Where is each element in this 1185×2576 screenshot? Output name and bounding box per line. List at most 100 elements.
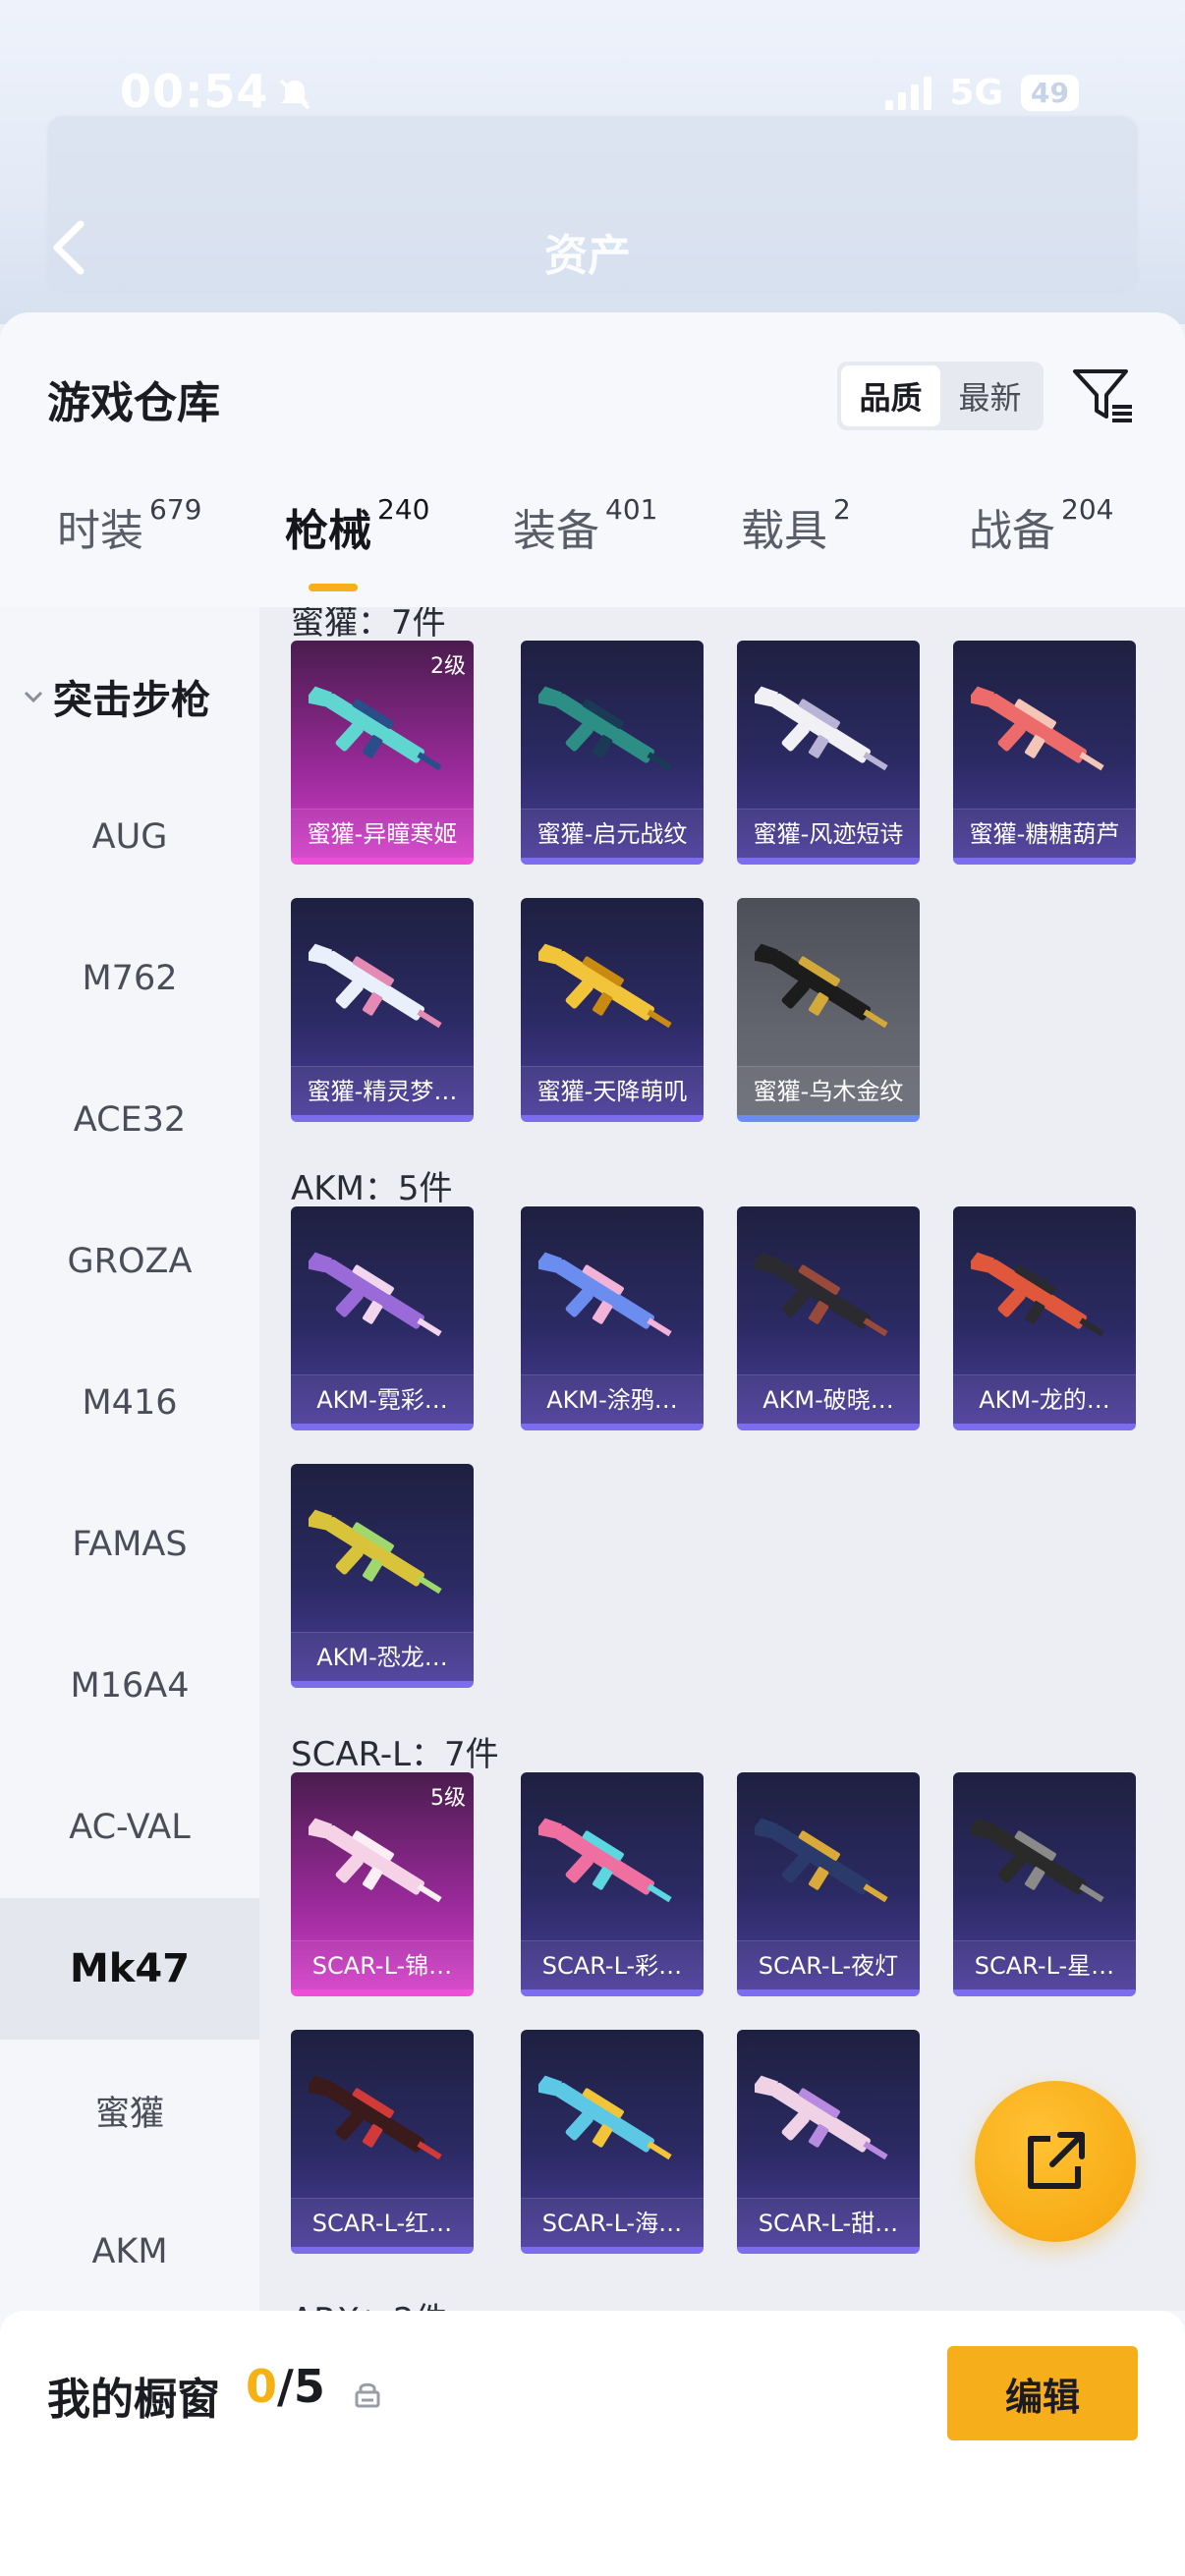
showcase-count: 0/5 — [246, 2360, 325, 2413]
sidebar-item[interactable]: AC-VAL — [0, 1757, 259, 1898]
skin-card[interactable]: 蜜獾-天降萌叽 — [521, 898, 704, 1122]
skin-card[interactable]: 2级蜜獾-异瞳寒姬 — [291, 641, 474, 865]
active-tab-indicator — [309, 584, 358, 591]
skin-card[interactable]: SCAR-L-星… — [953, 1772, 1136, 1996]
skin-name: 蜜獾-糖糖葫芦 — [953, 809, 1136, 858]
showcase-bar: 我的橱窗 0/5 编辑 — [0, 2311, 1185, 2576]
tab-guns[interactable]: 枪械 240 — [285, 493, 430, 558]
skin-card[interactable]: 蜜獾-乌木金纹 — [737, 898, 920, 1122]
skin-card[interactable]: 5级 SCAR-L-锦… — [291, 1772, 474, 1996]
skin-card[interactable]: 蜜獾-精灵梦… — [291, 898, 474, 1122]
mute-bell-icon — [279, 79, 310, 110]
tab-label: 枪械 — [285, 506, 371, 556]
skin-card[interactable]: 蜜獾-风迹短诗 — [737, 641, 920, 865]
skin-card[interactable]: AKM-恐龙… — [291, 1464, 474, 1688]
skin-name: AKM-恐龙… — [291, 1632, 474, 1681]
lock-icon — [355, 2382, 380, 2408]
sidebar-item[interactable]: GROZA — [0, 1191, 259, 1332]
tab-vehicles[interactable]: 载具 2 — [741, 493, 851, 558]
skin-card[interactable]: SCAR-L-甜… — [737, 2030, 920, 2254]
showcase-total: /5 — [277, 2360, 325, 2413]
skin-name: 蜜獾-启元战纹 — [521, 809, 704, 858]
sidebar-item[interactable]: AKM — [0, 2181, 259, 2323]
skin-name: SCAR-L-彩… — [521, 1940, 704, 1989]
rifle-icon — [971, 1818, 1104, 1903]
chevron-down-icon — [24, 691, 43, 703]
level-badge: 5级 — [430, 1786, 466, 1811]
skin-card[interactable]: 蜜獾-启元战纹 — [521, 641, 704, 865]
tab-count: 401 — [605, 493, 658, 526]
skin-name: AKM-涂鸦… — [521, 1374, 704, 1424]
rifle-icon — [309, 943, 442, 1029]
rifle-icon — [971, 686, 1104, 771]
battery-level: 49 — [1021, 75, 1079, 111]
skin-name: 蜜獾-异瞳寒姬 — [291, 809, 474, 858]
sidebar-item[interactable]: ACE32 — [0, 1049, 259, 1191]
tab-count: 2 — [833, 493, 851, 526]
skin-card[interactable]: AKM-龙的… — [953, 1206, 1136, 1430]
rifle-icon — [309, 2075, 442, 2160]
skin-card[interactable]: SCAR-L-海… — [521, 2030, 704, 2254]
share-icon — [1028, 2132, 1085, 2189]
back-arrow-icon[interactable] — [45, 218, 94, 277]
sidebar-item[interactable]: M16A4 — [0, 1615, 259, 1757]
tab-label: 战备 — [969, 506, 1055, 556]
skin-name: 蜜獾-天降萌叽 — [521, 1066, 704, 1115]
sidebar-item[interactable]: M762 — [0, 908, 259, 1049]
page-title: 资产 — [544, 231, 631, 281]
skin-name: 蜜獾-乌木金纹 — [737, 1066, 920, 1115]
skin-name: SCAR-L-海… — [521, 2198, 704, 2247]
sheet-header: 游戏仓库 品质 最新 时装 679 枪械 240 装备 401 载具 2 战备 … — [0, 312, 1185, 607]
sidebar-item[interactable]: 蜜獾 — [0, 2040, 259, 2181]
skin-name: SCAR-L-锦… — [291, 1940, 474, 1989]
showcase-title: 我的橱窗 — [47, 2375, 220, 2425]
sort-quality[interactable]: 品质 — [841, 365, 940, 426]
sidebar-category[interactable]: 突击步枪 — [22, 668, 210, 725]
rifle-icon — [309, 1509, 442, 1595]
group-label: AKM：5件 — [291, 1169, 453, 1208]
sort-latest[interactable]: 最新 — [940, 365, 1040, 426]
sidebar-category-label: 突击步枪 — [53, 678, 210, 723]
rifle-icon — [755, 2075, 888, 2160]
sidebar-item[interactable]: M416 — [0, 1332, 259, 1474]
tab-label: 时装 — [57, 506, 143, 556]
skin-card[interactable]: 蜜獾-糖糖葫芦 — [953, 641, 1136, 865]
sidebar-item[interactable]: Mk47 — [0, 1898, 259, 2040]
level-badge: 2级 — [430, 654, 466, 679]
rifle-icon — [309, 1818, 442, 1903]
skin-card[interactable]: AKM-霓彩… — [291, 1206, 474, 1430]
tab-fashion[interactable]: 时装 679 — [57, 493, 201, 558]
rifle-icon — [309, 1252, 442, 1337]
edit-button[interactable]: 编辑 — [947, 2346, 1138, 2440]
skin-card[interactable]: AKM-涂鸦… — [521, 1206, 704, 1430]
rifle-icon — [538, 1818, 672, 1903]
rifle-icon — [755, 1818, 888, 1903]
status-indicators: 5G 49 — [885, 73, 1079, 113]
rifle-icon — [538, 943, 672, 1029]
skin-name: SCAR-L-红… — [291, 2198, 474, 2247]
tab-label: 装备 — [513, 506, 599, 556]
sort-toggle: 品质 最新 — [837, 362, 1044, 430]
skin-name: AKM-霓彩… — [291, 1374, 474, 1424]
rifle-icon — [755, 686, 888, 771]
showcase-current: 0 — [246, 2360, 278, 2413]
skin-name: SCAR-L-星… — [953, 1940, 1136, 1989]
tab-equipment[interactable]: 装备 401 — [513, 493, 658, 558]
tab-count: 240 — [377, 493, 430, 526]
skin-card[interactable]: SCAR-L-夜灯 — [737, 1772, 920, 1996]
skin-card[interactable]: SCAR-L-彩… — [521, 1772, 704, 1996]
sidebar-item[interactable]: FAMAS — [0, 1474, 259, 1615]
skin-name: AKM-龙的… — [953, 1374, 1136, 1424]
filter-icon[interactable] — [1069, 362, 1136, 428]
signal-icon — [885, 76, 932, 110]
skin-card[interactable]: AKM-破晓… — [737, 1206, 920, 1430]
tab-supplies[interactable]: 战备 204 — [969, 493, 1113, 558]
share-button[interactable] — [975, 2081, 1136, 2242]
skin-name: SCAR-L-夜灯 — [737, 1940, 920, 1989]
status-time: 00:54 — [120, 65, 269, 118]
rifle-icon — [538, 2075, 672, 2160]
skin-card[interactable]: SCAR-L-红… — [291, 2030, 474, 2254]
sidebar-item[interactable]: AUG — [0, 766, 259, 908]
group-label: SCAR-L：7件 — [291, 1735, 499, 1774]
rifle-icon — [971, 1252, 1104, 1337]
